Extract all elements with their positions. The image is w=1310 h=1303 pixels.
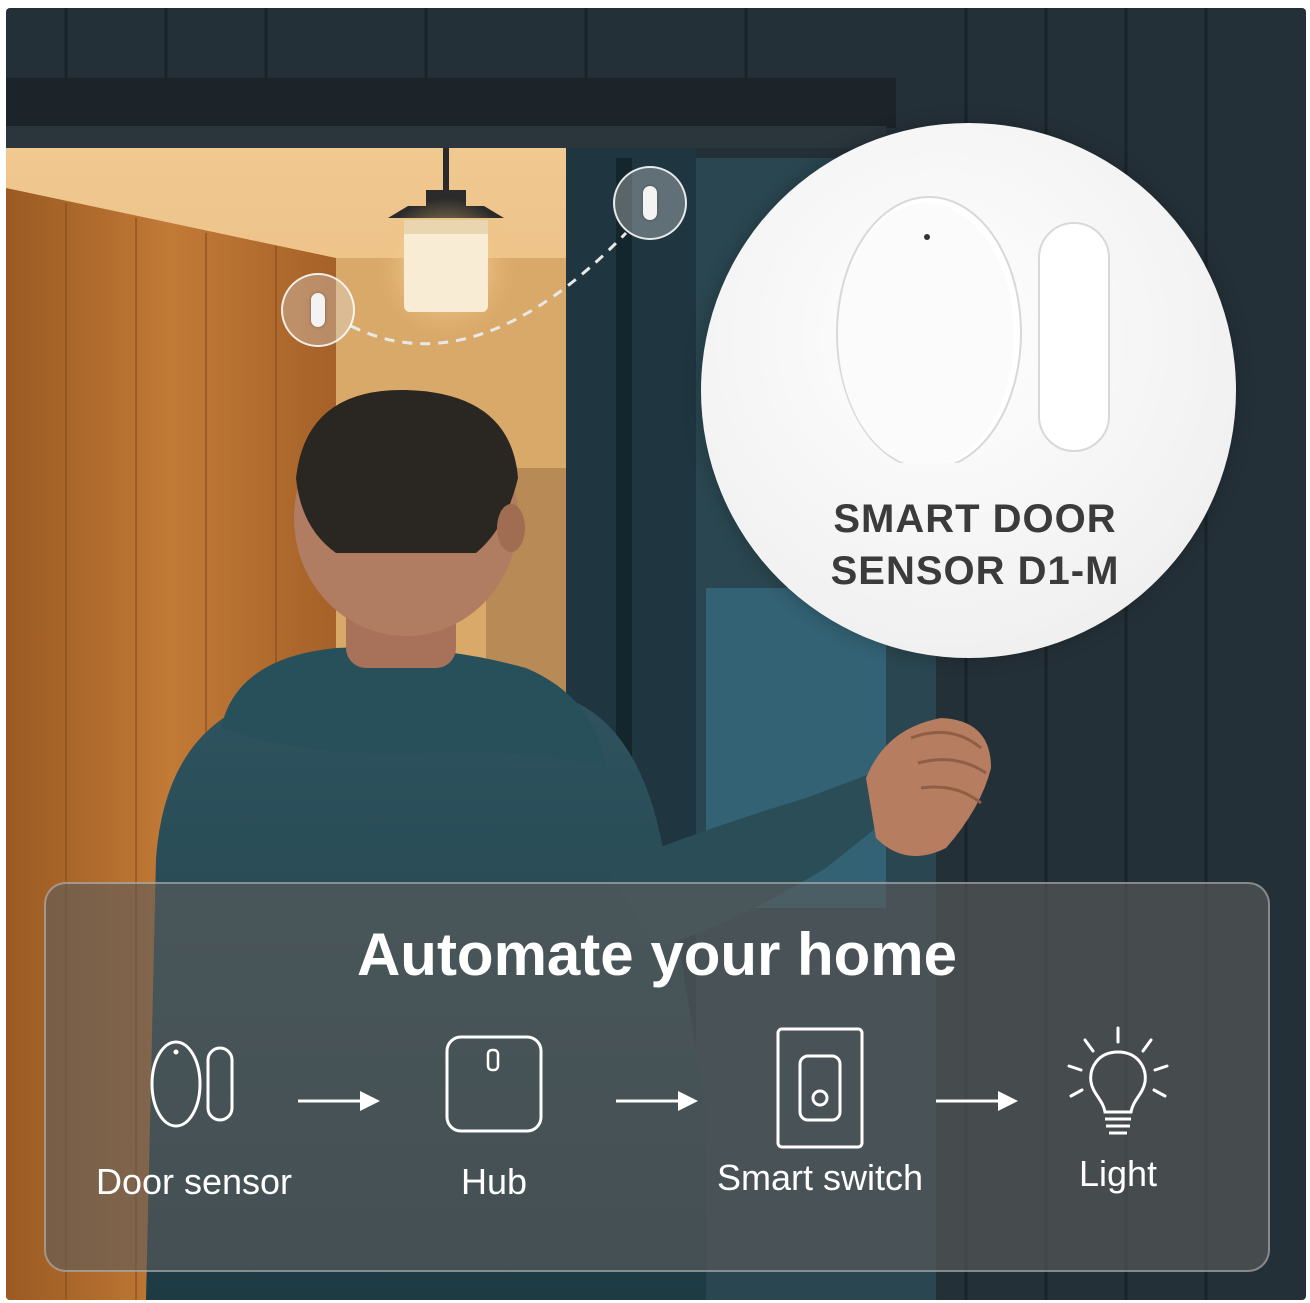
product-image: SMART DOOR SENSOR D1-M Automate your hom… [6, 8, 1306, 1300]
product-name: SMART DOOR SENSOR D1-M [701, 493, 1236, 597]
door-sensor-marker [613, 166, 687, 240]
door-frame-sensor-marker [281, 273, 355, 347]
arrow-right-icon [616, 1091, 698, 1111]
step-door-sensor: Door sensor [64, 1034, 324, 1202]
smart-switch-icon [776, 1027, 864, 1149]
product-callout: SMART DOOR SENSOR D1-M [701, 123, 1236, 658]
step-hub: Hub [364, 1034, 624, 1202]
panel-title: Automate your home [356, 921, 958, 988]
step-light: Light [988, 1024, 1248, 1194]
product-name-line2: SENSOR D1-M [830, 549, 1120, 593]
step-label-door-sensor: Door sensor [95, 1161, 293, 1202]
step-label-smart-switch: Smart switch [716, 1157, 924, 1198]
door-sensor-product-icon [836, 196, 1110, 463]
door-sensor-icon [150, 1040, 234, 1128]
sensor-body-icon [643, 186, 657, 220]
light-bulb-icon [1067, 1026, 1169, 1135]
sensor-magnet-icon [311, 293, 325, 327]
step-label-light: Light [1078, 1153, 1158, 1194]
hub-icon [445, 1035, 543, 1133]
automation-panel: Automate your home Door sensor Hub Smart… [44, 882, 1270, 1272]
step-smart-switch: Smart switch [690, 1027, 950, 1198]
product-name-line1: SMART DOOR [833, 497, 1117, 541]
step-label-hub: Hub [460, 1161, 528, 1202]
